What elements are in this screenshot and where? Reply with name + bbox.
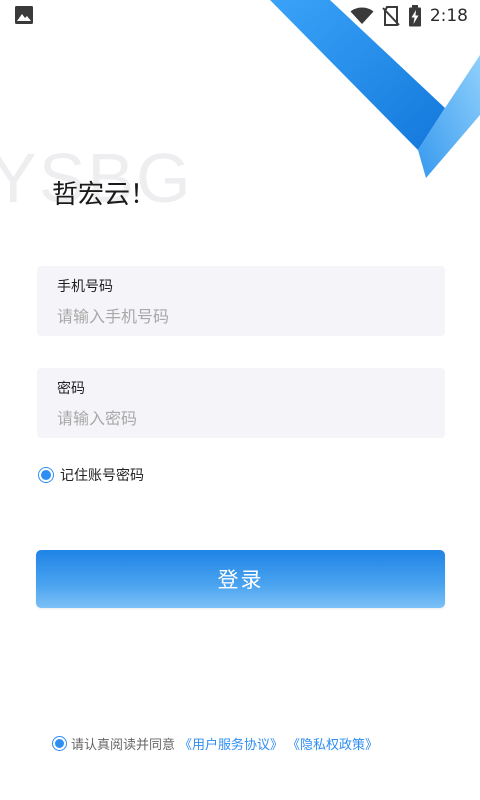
- agreement-radio[interactable]: [52, 736, 67, 751]
- phone-input[interactable]: [57, 304, 417, 328]
- password-input[interactable]: [57, 406, 417, 430]
- status-time: 2:18: [429, 6, 468, 26]
- remember-label: 记住账号密码: [60, 468, 144, 484]
- privacy-policy-link[interactable]: 《隐私权政策》: [287, 734, 378, 753]
- user-agreement-link[interactable]: 《用户服务协议》: [179, 734, 283, 753]
- battery-charging-icon: [408, 5, 421, 27]
- login-button[interactable]: 登录: [36, 550, 445, 608]
- phone-label: 手机号码: [57, 279, 113, 295]
- password-field[interactable]: 密码: [37, 368, 445, 438]
- remember-password-option[interactable]: 记住账号密码: [38, 465, 144, 485]
- no-sim-icon: [382, 6, 400, 26]
- status-bar: 2:18: [0, 0, 480, 30]
- phone-field[interactable]: 手机号码: [37, 266, 445, 336]
- agreement-prefix: 请认真阅读并同意: [71, 738, 176, 753]
- agreement-row: 请认真阅读并同意 《用户服务协议》 《隐私权政策》: [52, 734, 378, 753]
- status-icons: 2:18: [350, 3, 468, 29]
- welcome-title: 哲宏云！: [52, 180, 157, 210]
- wifi-icon: [350, 7, 374, 24]
- password-label: 密码: [57, 381, 85, 397]
- remember-radio[interactable]: [38, 467, 54, 483]
- gallery-icon: [15, 6, 33, 24]
